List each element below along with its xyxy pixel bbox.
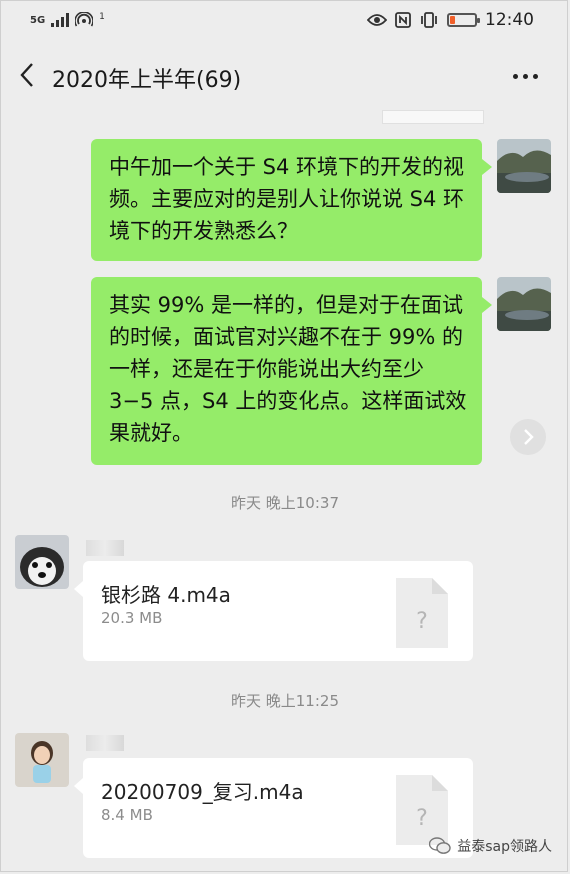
clock-time: 12:40: [485, 10, 534, 30]
message-text: 中午加一个关于 S4 环境下的开发的视频。主要应对的是别人让你说说 S4 环境下…: [109, 155, 465, 243]
hotspot-icon: [75, 12, 94, 27]
message-timestamp: 昨天 晚上11:25: [231, 692, 339, 710]
my-avatar[interactable]: [497, 277, 551, 331]
redacted-strip: [382, 110, 484, 124]
hotspot-count: 1: [99, 12, 105, 22]
wechat-icon: [429, 837, 451, 854]
file-name: 20200709_复习.m4a: [101, 780, 304, 804]
file-name: 银杉路 4.m4a: [101, 583, 231, 607]
battery-level-fill: [450, 16, 455, 24]
message-bubble-outgoing[interactable]: 中午加一个关于 S4 环境下的开发的视频。主要应对的是别人让你说说 S4 环境下…: [91, 139, 492, 261]
forward-button[interactable]: [510, 419, 546, 455]
file-icon-mark: ?: [416, 609, 428, 634]
file-size: 20.3 MB: [101, 609, 163, 627]
sender-avatar[interactable]: [15, 535, 69, 589]
network-label: 5G: [30, 14, 46, 26]
chat-title: 2020年上半年(69): [52, 68, 242, 93]
watermark-text: 益泰sap领路人: [457, 839, 552, 855]
my-avatar[interactable]: [497, 139, 551, 193]
more-dots-icon[interactable]: [513, 74, 538, 79]
signal-icon: [51, 13, 70, 27]
chat-title-bar: 2020年上半年(69): [0, 40, 570, 110]
sender-avatar[interactable]: [15, 733, 69, 787]
file-size: 8.4 MB: [101, 806, 153, 824]
chevron-left-icon[interactable]: [18, 62, 38, 88]
battery-icon: [447, 13, 480, 27]
eye-icon: [367, 14, 387, 26]
unknown-file-icon: ?: [396, 578, 448, 648]
status-left: 5G 1: [30, 12, 105, 28]
message-text: 其实 99% 是一样的，但是对于在面试的时候，面试官对兴趣不在于 99% 的一样…: [109, 293, 467, 445]
unknown-file-icon: ?: [396, 775, 448, 845]
sender-name-redacted: [86, 540, 124, 556]
message-bubble-outgoing[interactable]: 其实 99% 是一样的，但是对于在面试的时候，面试官对兴趣不在于 99% 的一样…: [91, 277, 492, 465]
nfc-icon: [395, 12, 411, 28]
message-timestamp: 昨天 晚上10:37: [231, 494, 339, 512]
status-right: 12:40: [367, 10, 534, 30]
file-message-card[interactable]: 银杉路 4.m4a 20.3 MB ?: [74, 561, 473, 661]
vibrate-icon: [421, 12, 437, 28]
sender-name-redacted: [86, 735, 124, 751]
chevron-right-icon: [524, 429, 534, 445]
file-message-card[interactable]: 20200709_复习.m4a 8.4 MB ?: [74, 758, 473, 858]
status-bar: 5G 1 12:40: [0, 0, 570, 40]
watermark: 益泰sap领路人: [429, 836, 552, 856]
file-icon-mark: ?: [416, 806, 428, 831]
